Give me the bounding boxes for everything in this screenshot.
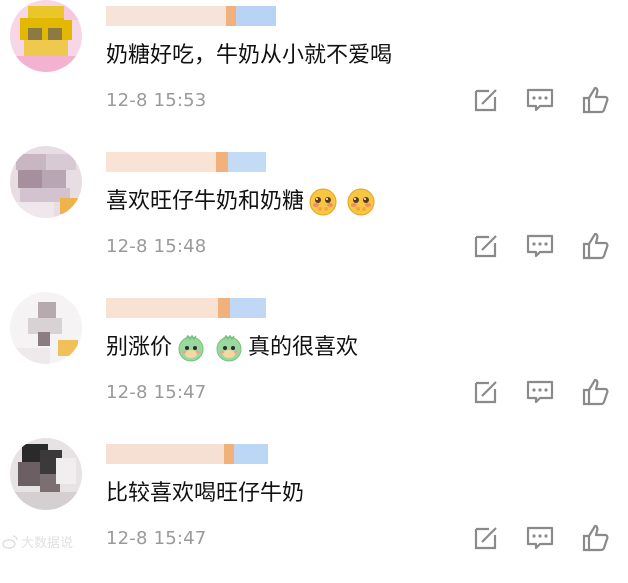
repost-icon bbox=[474, 527, 497, 550]
username[interactable] bbox=[106, 6, 276, 26]
comment-text-part: 真的很喜欢 bbox=[248, 335, 359, 360]
avatar[interactable] bbox=[10, 292, 82, 364]
like-button[interactable] bbox=[580, 376, 612, 408]
reply-button[interactable] bbox=[524, 376, 556, 408]
comment-text-part: 比较喜欢喝旺仔牛奶 bbox=[106, 481, 305, 506]
like-icon bbox=[582, 378, 609, 406]
comment-text: 别涨价 真的很喜欢 bbox=[106, 328, 358, 368]
like-icon bbox=[582, 86, 609, 114]
like-button[interactable] bbox=[580, 230, 612, 262]
like-icon bbox=[582, 232, 609, 260]
like-button[interactable] bbox=[580, 84, 612, 116]
comment-item: 比较喜欢喝旺仔牛奶 12-8 15:47 bbox=[0, 438, 628, 583]
comment-icon bbox=[526, 234, 554, 258]
comment-time: 12-8 15:47 bbox=[106, 528, 207, 549]
repost-icon bbox=[474, 89, 497, 112]
username[interactable] bbox=[106, 444, 276, 464]
reply-button[interactable] bbox=[524, 230, 556, 262]
watermark-text: 大数据说 bbox=[21, 536, 74, 551]
reply-button[interactable] bbox=[524, 522, 556, 554]
comment-time: 12-8 15:48 bbox=[106, 236, 207, 257]
comment-actions bbox=[468, 84, 618, 118]
comment-item: 喜欢旺仔牛奶和奶糖 12-8 15:48 bbox=[0, 146, 628, 291]
username[interactable] bbox=[106, 298, 276, 318]
comment-actions bbox=[468, 230, 618, 264]
comment-time: 12-8 15:47 bbox=[106, 382, 207, 403]
repost-button[interactable] bbox=[470, 522, 502, 554]
comment-text-part: 喜欢旺仔牛奶和奶糖 bbox=[106, 189, 305, 214]
comment-icon bbox=[526, 380, 554, 404]
comment-text: 比较喜欢喝旺仔牛奶 bbox=[106, 474, 304, 514]
avatar[interactable] bbox=[10, 146, 82, 218]
repost-button[interactable] bbox=[470, 84, 502, 116]
repost-icon bbox=[474, 235, 497, 258]
comment-item: 奶糖好吃，牛奶从小就不爱喝 12-8 15:53 bbox=[0, 0, 628, 145]
like-button[interactable] bbox=[580, 522, 612, 554]
username[interactable] bbox=[106, 152, 276, 172]
shy-face-emoji bbox=[346, 187, 376, 217]
comment-text: 奶糖好吃，牛奶从小就不爱喝 bbox=[106, 36, 392, 76]
comment-actions bbox=[468, 522, 618, 556]
comment-text-part: 别涨价 bbox=[106, 335, 173, 360]
reply-button[interactable] bbox=[524, 84, 556, 116]
repost-button[interactable] bbox=[470, 230, 502, 262]
like-icon bbox=[582, 524, 609, 552]
green-dino-emoji bbox=[176, 333, 206, 363]
avatar[interactable] bbox=[10, 438, 82, 510]
watermark: 大数据说 bbox=[2, 532, 73, 551]
comment-icon bbox=[526, 526, 554, 550]
comment-text: 喜欢旺仔牛奶和奶糖 bbox=[106, 182, 380, 222]
avatar[interactable] bbox=[10, 0, 82, 72]
comment-text-part: 奶糖好吃，牛奶从小就不爱喝 bbox=[106, 43, 393, 68]
comment-icon bbox=[526, 88, 554, 112]
shy-face-emoji bbox=[308, 187, 338, 217]
comment-time: 12-8 15:53 bbox=[106, 90, 207, 111]
repost-icon bbox=[474, 381, 497, 404]
green-dino-emoji bbox=[214, 333, 244, 363]
comment-actions bbox=[468, 376, 618, 410]
weibo-logo-icon bbox=[2, 534, 18, 549]
comment-item: 别涨价 真的很喜欢 12-8 15:47 bbox=[0, 292, 628, 437]
repost-button[interactable] bbox=[470, 376, 502, 408]
